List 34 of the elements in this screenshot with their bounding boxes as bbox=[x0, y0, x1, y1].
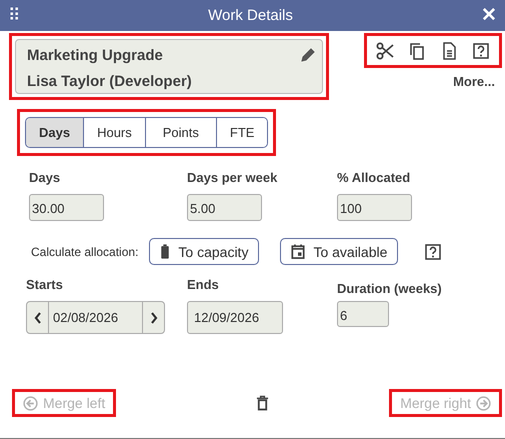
input-field[interactable]: 5.00 bbox=[187, 194, 262, 221]
close-icon[interactable]: ✕ bbox=[481, 6, 497, 25]
unit-tab[interactable]: FTE bbox=[216, 118, 268, 147]
unit-tab[interactable]: Days bbox=[26, 118, 84, 147]
calendar-icon bbox=[291, 243, 306, 260]
field-label: Ends bbox=[187, 277, 219, 292]
menu-icon[interactable]: ⠿ bbox=[8, 7, 20, 24]
input-field[interactable]: 30.00 bbox=[29, 194, 104, 221]
more-link[interactable]: More... bbox=[453, 74, 495, 89]
calculate-label: Calculate allocation: bbox=[31, 244, 138, 258]
input-field[interactable]: 100 bbox=[337, 194, 412, 221]
calculate-button[interactable]: To capacity bbox=[149, 238, 260, 265]
scissors-icon[interactable] bbox=[376, 42, 394, 60]
calculate-button[interactable]: To available bbox=[280, 238, 398, 265]
arrow-right-icon bbox=[476, 396, 491, 410]
edit-icon[interactable] bbox=[300, 47, 316, 63]
arrow-left-icon bbox=[23, 396, 38, 410]
battery-icon bbox=[160, 243, 170, 260]
field-label: Duration (weeks) bbox=[337, 281, 442, 296]
date-field[interactable]: 12/09/2026 bbox=[187, 301, 283, 334]
input-field[interactable]: 6 bbox=[337, 301, 389, 327]
person-name: Lisa Taylor (Developer) bbox=[27, 73, 192, 90]
chevron-left-icon bbox=[34, 312, 42, 324]
chevron-right-icon bbox=[150, 312, 158, 324]
field-label: Starts bbox=[26, 277, 63, 292]
project-name: Marketing Upgrade bbox=[27, 47, 164, 64]
window-title: Work Details bbox=[208, 7, 293, 24]
delete-icon[interactable] bbox=[256, 395, 270, 411]
field-label: Days bbox=[29, 170, 60, 185]
field-label: Days per week bbox=[187, 170, 278, 185]
field-label: % Allocated bbox=[337, 170, 410, 185]
help-icon[interactable] bbox=[472, 42, 490, 60]
help-icon[interactable] bbox=[424, 242, 442, 260]
copy-icon[interactable] bbox=[408, 42, 426, 60]
